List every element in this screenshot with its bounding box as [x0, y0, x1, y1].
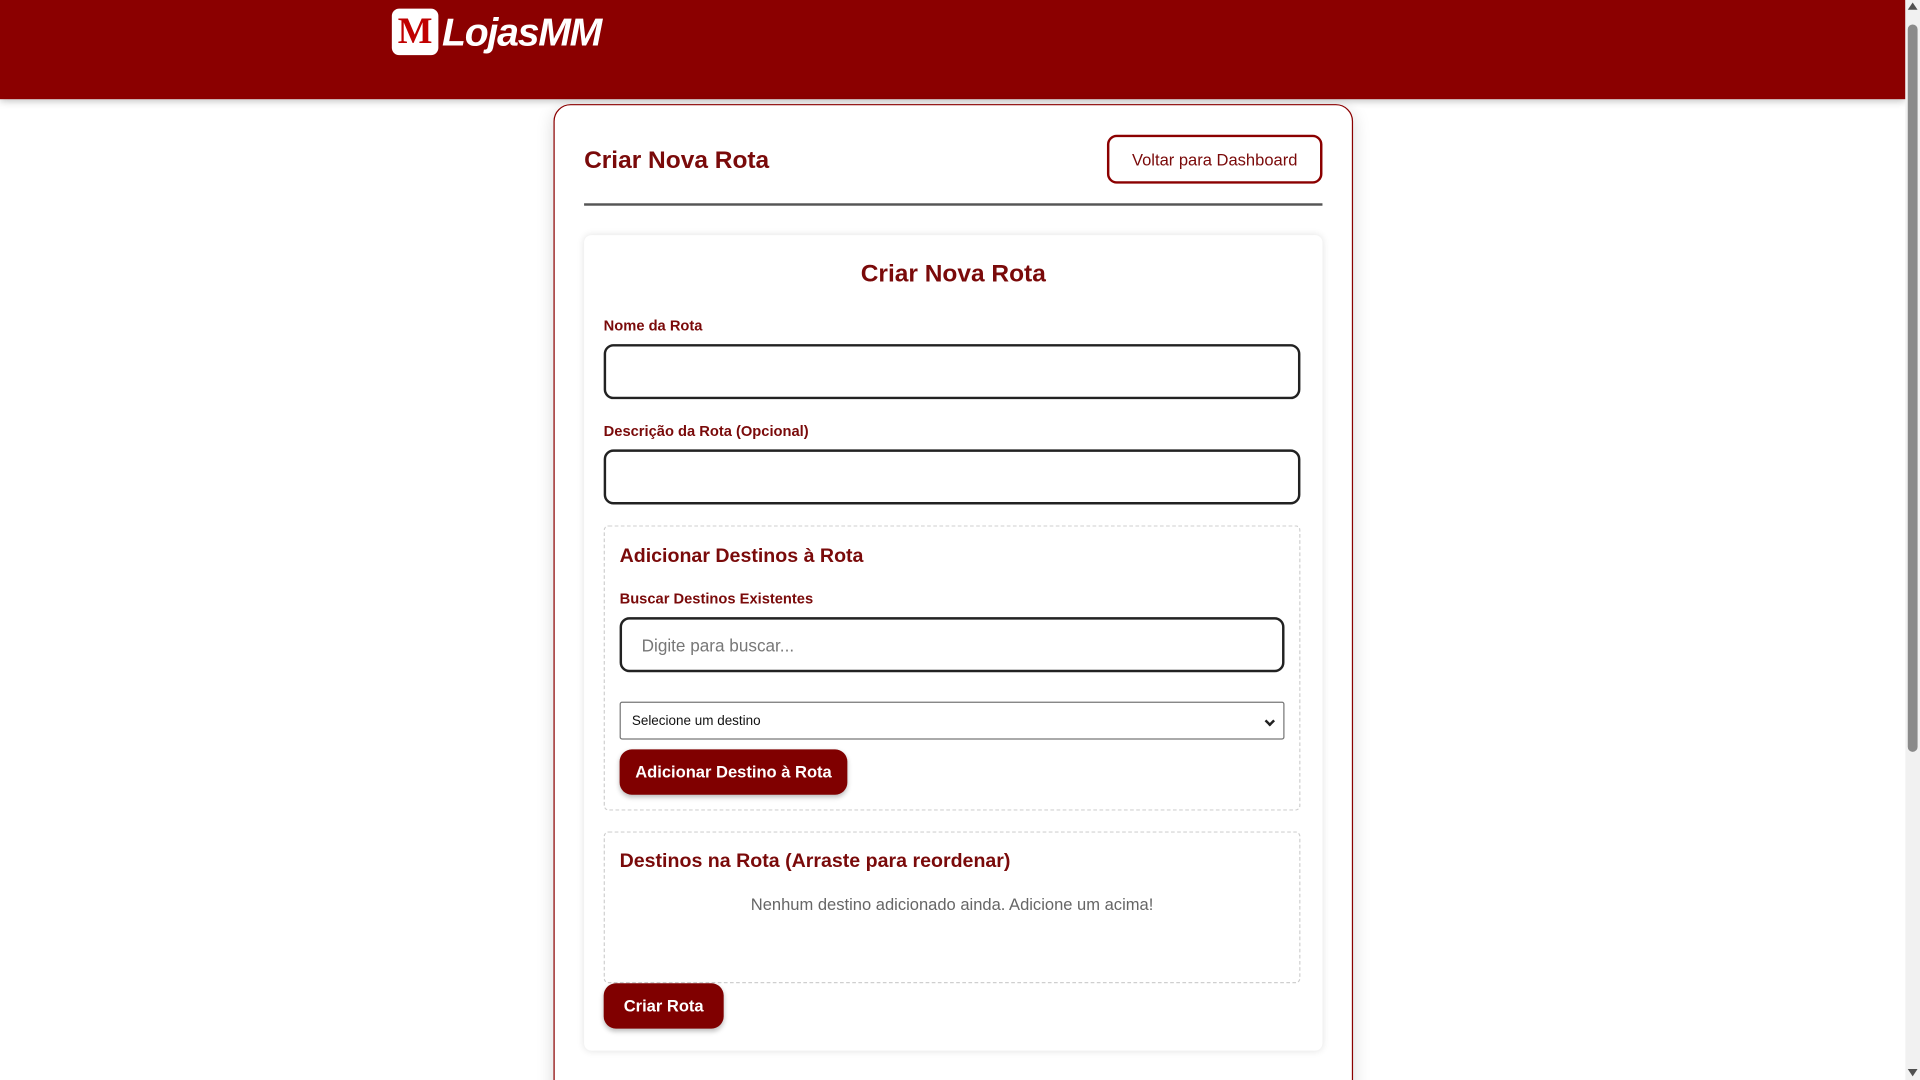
logo[interactable]: M LojasMM [391, 7, 602, 56]
add-destination-button[interactable]: Adicionar Destino à Rota [619, 749, 848, 795]
scroll-up-arrow-icon[interactable] [1907, 2, 1918, 10]
create-route-button[interactable]: Criar Rota [603, 983, 724, 1029]
back-to-dashboard-button[interactable]: Voltar para Dashboard [1106, 134, 1323, 184]
route-destinations-title: Destinos na Rota (Arraste para reordenar… [619, 851, 1011, 872]
destination-select[interactable]: Selecione um destino [619, 701, 1285, 740]
page-wrapper: M LojasMM Criar Nova Rota Voltar para Da… [0, 0, 1920, 1080]
logo-mark-icon: M [391, 8, 439, 56]
route-name-label: Nome da Rota [603, 317, 703, 335]
add-destinations-title: Adicionar Destinos à Rota [619, 546, 864, 567]
main-card: Criar Nova Rota Voltar para Dashboard Cr… [553, 104, 1354, 1080]
empty-destinations-message: Nenhum destino adicionado ainda. Adicion… [750, 895, 1154, 914]
vertical-scrollbar[interactable] [1905, 0, 1920, 1080]
add-destinations-section: Adicionar Destinos à Rota Buscar Destino… [603, 525, 1301, 811]
destination-select-value: Selecione um destino [631, 713, 761, 728]
route-destinations-section: Destinos na Rota (Arraste para reordenar… [603, 831, 1301, 984]
route-description-label: Descrição da Rota (Opcional) [603, 422, 809, 440]
route-name-input[interactable] [603, 344, 1301, 400]
route-description-input[interactable] [603, 449, 1301, 505]
search-destinations-label: Buscar Destinos Existentes [619, 590, 814, 608]
search-destinations-input[interactable] [619, 617, 1285, 673]
scrollbar-thumb[interactable] [1907, 24, 1918, 752]
page-title: Criar Nova Rota [584, 146, 770, 174]
scroll-down-arrow-icon[interactable] [1907, 1068, 1918, 1077]
form-title: Criar Nova Rota [860, 260, 1046, 288]
logo-text: LojasMM [442, 9, 602, 54]
chevron-down-icon [1264, 716, 1276, 727]
header-divider [584, 203, 1323, 206]
route-form: Criar Nova Rota Nome da Rota Descrição d… [584, 235, 1323, 1051]
top-header: M LojasMM [0, 0, 1906, 100]
